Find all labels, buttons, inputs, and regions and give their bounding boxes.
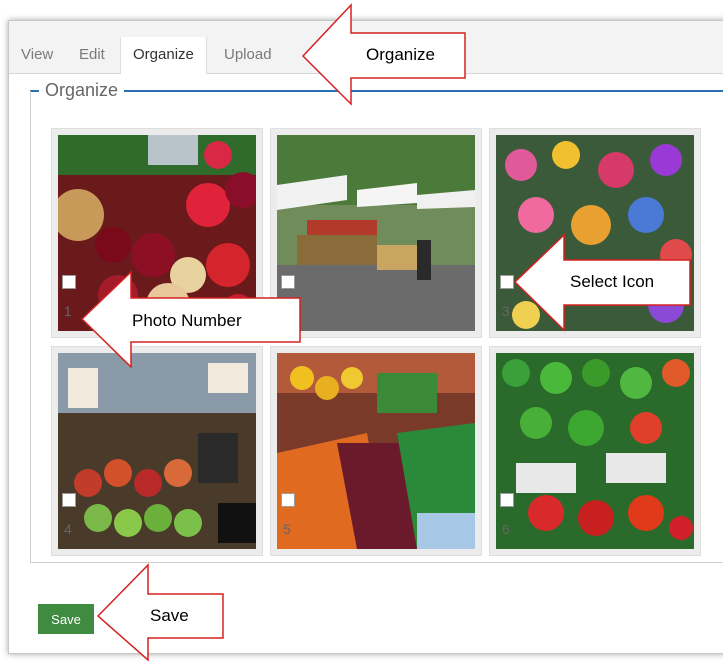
- photo-1-checkbox[interactable]: [62, 275, 76, 289]
- photo-card-6[interactable]: 6: [489, 346, 701, 556]
- organize-callout-label: Organize: [366, 45, 435, 64]
- photo-thumbnail-peppers: [496, 353, 694, 549]
- photo-number-3: 3: [502, 303, 510, 319]
- photo-5-checkbox[interactable]: [281, 493, 295, 507]
- tab-upload[interactable]: Upload: [224, 37, 272, 73]
- photo-thumbnail-fruits: [58, 135, 256, 331]
- photo-3-checkbox[interactable]: [500, 275, 514, 289]
- tab-view[interactable]: View: [21, 37, 53, 73]
- photo-6-checkbox[interactable]: [500, 493, 514, 507]
- tab-edit[interactable]: Edit: [79, 37, 105, 73]
- photo-2-checkbox[interactable]: [281, 275, 295, 289]
- photo-thumbnail-flowers: [496, 135, 694, 331]
- photo-thumbnail-market-tents: [277, 135, 475, 331]
- photo-thumbnail-apples: [58, 353, 256, 549]
- photo-number-4: 4: [64, 521, 72, 537]
- photo-card-3[interactable]: 3: [489, 128, 701, 338]
- photo-card-1[interactable]: 1: [51, 128, 263, 338]
- section-title: Organize: [45, 80, 119, 100]
- photo-number-6: 6: [502, 521, 510, 537]
- photo-number-1: 1: [64, 303, 72, 319]
- photo-card-5[interactable]: 5: [270, 346, 482, 556]
- photo-4-checkbox[interactable]: [62, 493, 76, 507]
- photo-card-4[interactable]: 4: [51, 346, 263, 556]
- photo-number-2: 2: [283, 303, 291, 319]
- select-icon-callout-label: Select Icon: [570, 272, 655, 291]
- save-callout-label: Save: [150, 606, 189, 625]
- photo-number-5: 5: [283, 521, 291, 537]
- photo-number-callout-label: Photo Number: [132, 311, 242, 330]
- save-button[interactable]: Save: [38, 604, 94, 634]
- photo-card-2[interactable]: 2: [270, 128, 482, 338]
- tab-organize[interactable]: Organize: [120, 37, 207, 74]
- photo-thumbnail-vegetables: [277, 353, 475, 549]
